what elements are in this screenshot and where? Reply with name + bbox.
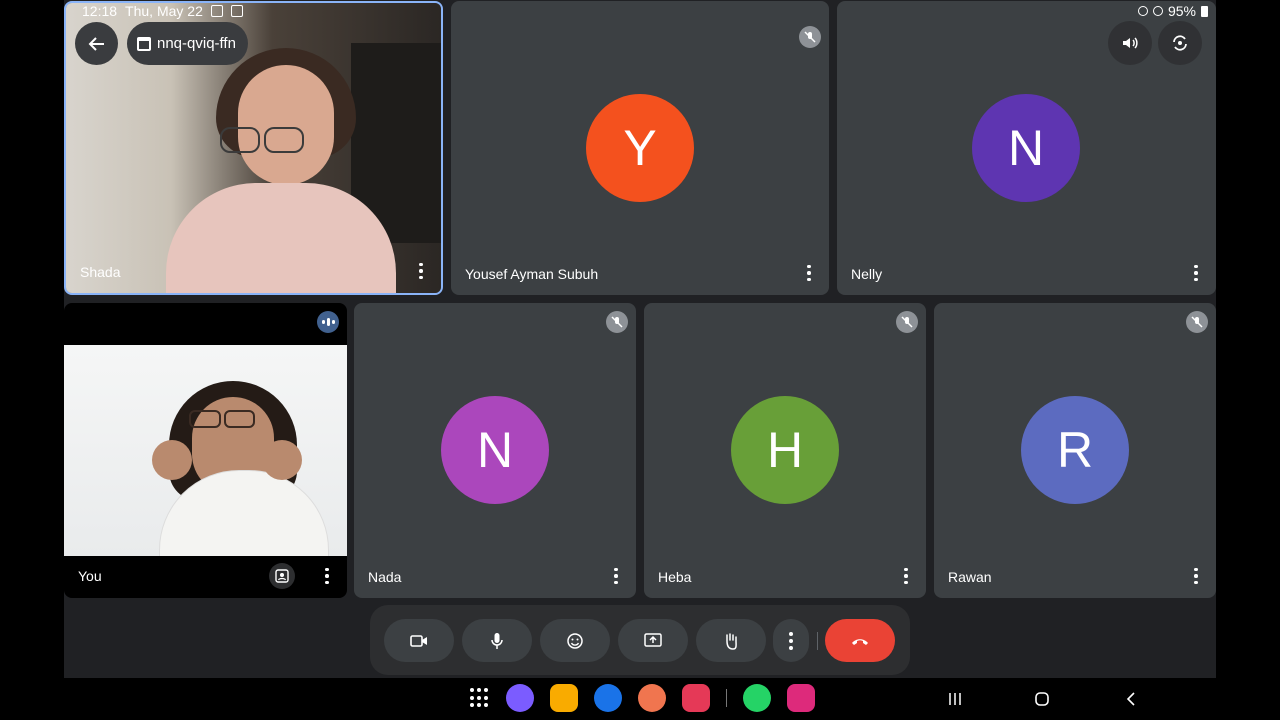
avatar: N [441,396,549,504]
contacts-app-icon[interactable] [638,684,666,712]
call-controls-bar [370,605,910,675]
participant-name: Nelly [851,266,883,282]
status-time: 12:18 [82,3,118,19]
muted-mic-icon [1186,311,1208,333]
controls-divider [817,632,818,650]
video-glasses [189,410,255,428]
video-face [238,65,334,185]
more-options-icon[interactable] [799,261,819,285]
self-view-button[interactable] [269,563,295,589]
system-back-button[interactable] [1120,688,1142,710]
muted-mic-icon [606,311,628,333]
switch-camera-icon [1173,35,1187,51]
more-options-icon[interactable] [1186,564,1206,588]
more-options-icon[interactable] [896,564,916,588]
video-glasses [220,127,304,153]
system-back-icon [1126,692,1135,706]
participant-name: Rawan [948,569,992,585]
avatar: N [972,94,1080,202]
home-button[interactable] [1031,688,1053,710]
more-options-icon [789,631,793,650]
status-bar-left: 12:18 Thu, May 22 [82,3,243,19]
taskbar-apps [470,684,815,712]
recent-apps-icon [949,693,961,705]
participant-name: Heba [658,569,692,585]
self-view-icon [275,569,289,583]
emoji-icon [567,632,583,649]
more-options-icon[interactable] [317,564,337,588]
battery-level: 95% [1167,3,1196,19]
whatsapp-app-icon[interactable] [743,684,771,712]
more-options-icon[interactable] [606,564,626,588]
participant-tile-rawan[interactable]: R Rawan [934,303,1216,598]
more-options-icon[interactable] [411,259,431,283]
more-options-button[interactable] [773,619,809,662]
participant-name: Shada [80,264,121,280]
raise-hand-icon [726,632,737,650]
video-hands [152,440,302,480]
avatar: H [731,396,839,504]
status-date: Thu, May 22 [125,3,203,19]
participant-tile-nada[interactable]: N Nada [354,303,636,598]
calendar-icon [137,36,151,51]
more-options-icon[interactable] [1186,261,1206,285]
participant-tile-heba[interactable]: H Heba [644,303,926,598]
alarm-icon [1137,6,1148,16]
end-call-button[interactable] [825,619,895,662]
recent-apps-button[interactable] [944,688,966,710]
participant-name: Yousef Ayman Subuh [465,266,599,282]
raise-hand-button[interactable] [696,619,766,662]
meeting-code-pill[interactable]: nnq-qviq-ffn [127,22,248,65]
messages-app-icon[interactable] [594,684,622,712]
back-button[interactable] [75,22,118,65]
calendar-notification-icon [230,5,243,17]
meeting-code: nnq-qviq-ffn [157,35,236,52]
browser-app-icon[interactable] [506,684,534,712]
muted-mic-icon [799,26,821,48]
app-drawer-icon[interactable] [470,688,490,708]
speaking-indicator-icon [317,311,339,333]
camera-app-icon[interactable] [682,684,710,712]
present-screen-button[interactable] [618,619,688,662]
participant-name: You [78,568,102,584]
camera-icon [410,634,427,647]
participant-tile-you[interactable]: You [64,303,347,598]
camera-toggle-button[interactable] [384,619,454,662]
files-app-icon[interactable] [550,684,578,712]
muted-mic-icon [896,311,918,333]
avatar: R [1021,396,1129,504]
reactions-button[interactable] [540,619,610,662]
switch-camera-button[interactable] [1158,21,1202,65]
audio-output-button[interactable] [1108,21,1152,65]
instagram-app-icon[interactable] [787,684,815,712]
avatar: Y [586,94,694,202]
participant-tile-shada[interactable]: Shada [64,1,443,295]
status-bar-right: 95% [1137,3,1208,19]
back-arrow-icon [88,36,104,51]
notification-icon [210,5,223,17]
battery-icon [1201,5,1208,17]
taskbar-divider [726,689,727,707]
end-call-icon [852,638,868,645]
microphone-toggle-button[interactable] [462,619,532,662]
participant-name: Nada [368,569,402,585]
participant-tile-yousef[interactable]: Y Yousef Ayman Subuh [451,1,829,295]
speaker-icon [1123,37,1138,49]
microphone-icon [491,632,503,649]
wifi-icon [1152,6,1163,16]
present-screen-icon [644,632,662,647]
self-video [64,345,347,556]
home-icon [1035,692,1049,706]
